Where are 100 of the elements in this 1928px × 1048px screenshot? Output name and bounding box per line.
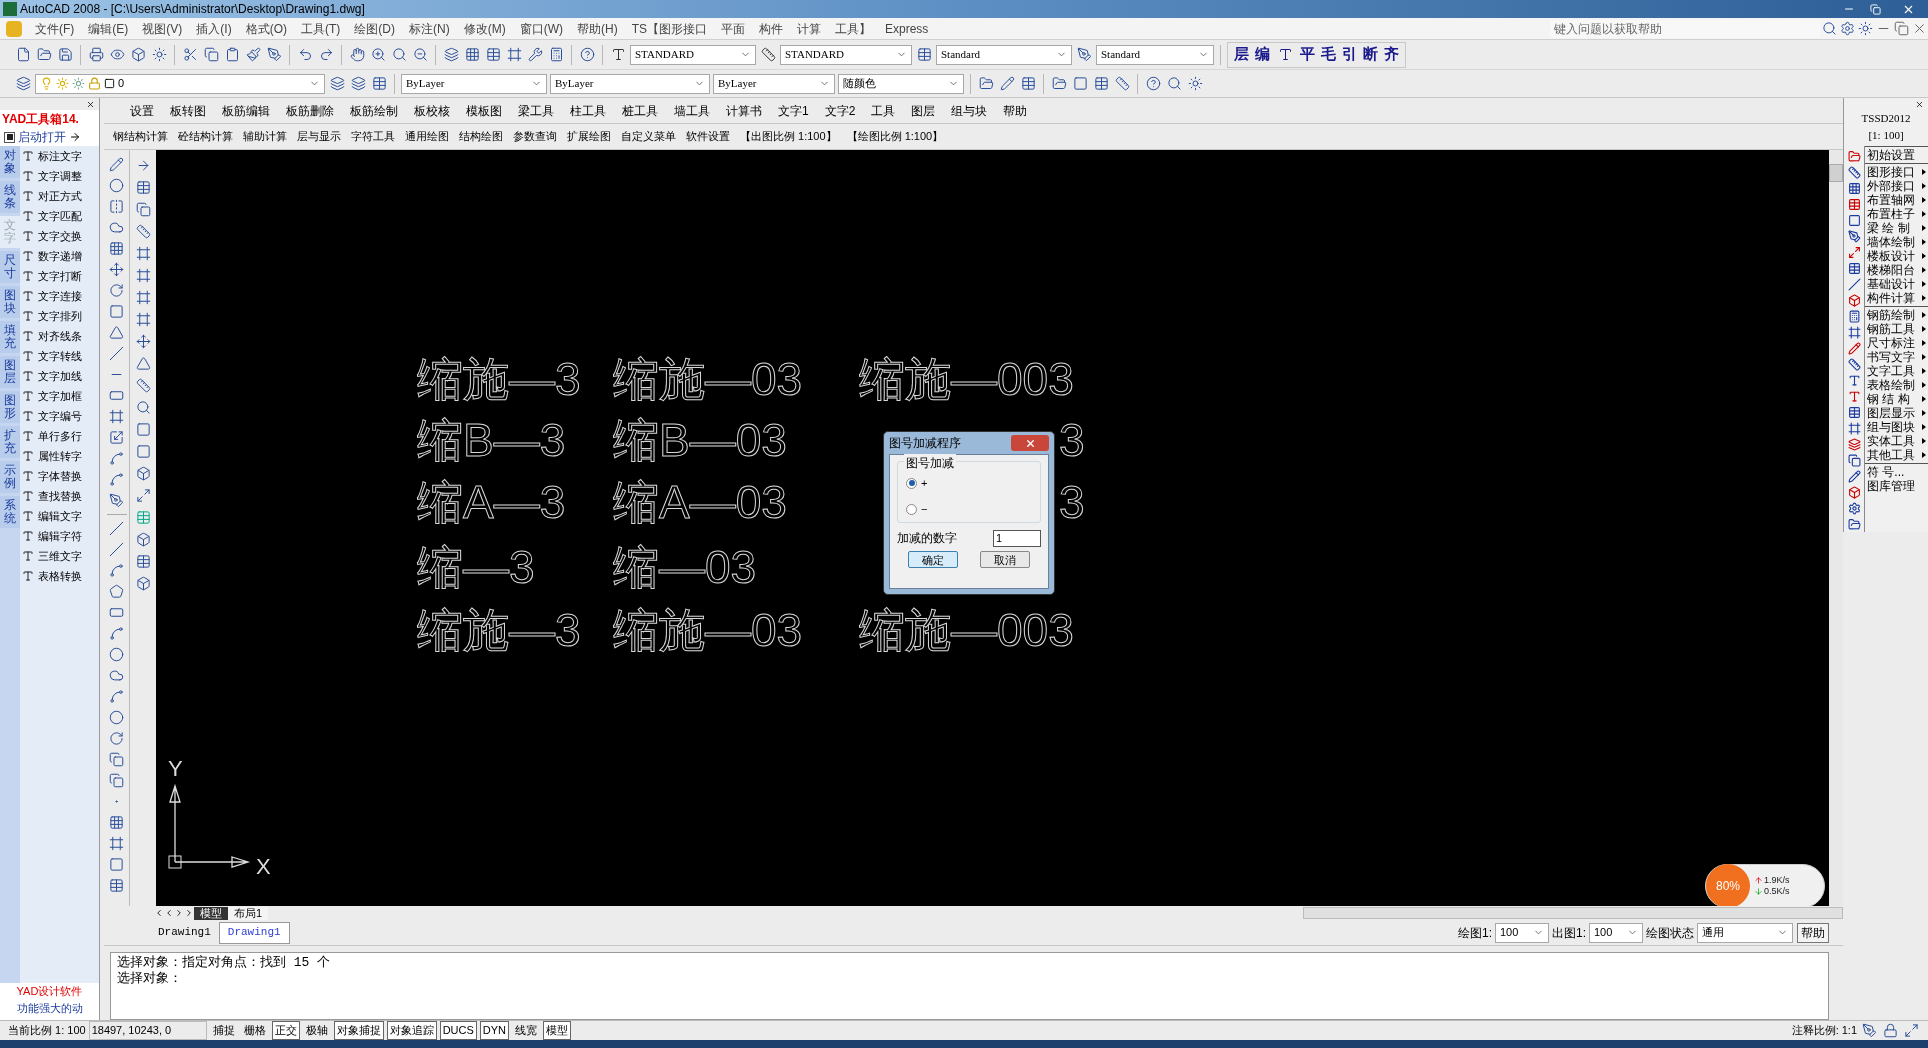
menu-item[interactable]: 编辑(E) bbox=[81, 19, 136, 38]
pan-icon[interactable] bbox=[348, 45, 366, 64]
status-toggle[interactable]: 线宽 bbox=[512, 1021, 541, 1040]
tssd-menu-entry[interactable]: 钢筋工具 bbox=[1865, 322, 1928, 336]
text-tool-item[interactable]: 标注文字 bbox=[38, 147, 82, 165]
brush-icon[interactable] bbox=[244, 45, 262, 64]
menu-item[interactable]: 标注(N) bbox=[402, 19, 457, 38]
menu-item[interactable]: 窗口(W) bbox=[512, 19, 570, 38]
save-icon[interactable] bbox=[56, 45, 74, 64]
modify-tool-icon[interactable] bbox=[134, 332, 152, 350]
draw-tool-icon[interactable] bbox=[107, 407, 126, 426]
draw-tool-icon[interactable] bbox=[107, 491, 126, 510]
modify-tool-icon[interactable] bbox=[134, 310, 152, 328]
draw-tool-icon[interactable] bbox=[107, 302, 126, 321]
modify-tool-icon[interactable] bbox=[134, 398, 152, 416]
text-tool-item[interactable]: 编辑文字 bbox=[38, 507, 82, 525]
text-tool-item[interactable]: 文字匹配 bbox=[38, 207, 82, 225]
close-icon[interactable] bbox=[1915, 99, 1924, 109]
color-dropdown[interactable]: ByLayer bbox=[401, 73, 547, 94]
text-tool-item[interactable]: 三维文字 bbox=[38, 547, 82, 565]
table-style-icon[interactable] bbox=[915, 45, 933, 64]
tssd-menu-entry[interactable]: 其他工具 bbox=[1865, 448, 1928, 462]
first-tab-icon[interactable] bbox=[154, 908, 164, 918]
help-search-field[interactable]: 键入问题以获取帮助 bbox=[1550, 19, 1820, 38]
status-toggle[interactable]: DUCS bbox=[439, 1021, 477, 1040]
tssd-menu-item[interactable]: 扩展绘图 bbox=[562, 128, 616, 145]
category-tab[interactable]: 填充 bbox=[0, 321, 20, 353]
pen-icon[interactable] bbox=[265, 45, 283, 64]
status-toggle[interactable]: 模型 bbox=[543, 1021, 572, 1040]
next-tab-icon[interactable] bbox=[174, 908, 184, 918]
document-tab[interactable]: Drawing1 bbox=[218, 921, 290, 944]
tssd-quick-button[interactable]: 毛 bbox=[1321, 43, 1336, 66]
text-tool-item[interactable]: 字体替换 bbox=[38, 467, 82, 485]
modify-tool-icon[interactable] bbox=[134, 222, 152, 240]
draw-tool-icon[interactable] bbox=[107, 470, 126, 489]
draw-tool-icon[interactable] bbox=[107, 155, 126, 174]
text-tool-item[interactable]: 数字递增 bbox=[38, 247, 82, 265]
text-tool-item[interactable]: 文字转线 bbox=[38, 347, 82, 365]
draw-scale-dropdown[interactable]: 100 bbox=[1495, 922, 1549, 943]
horizontal-scrollbar[interactable] bbox=[1303, 907, 1843, 919]
modify-tool-icon[interactable] bbox=[134, 178, 152, 196]
draw-tool-icon[interactable] bbox=[107, 197, 126, 216]
text-tool-item[interactable]: 单行多行 bbox=[38, 427, 82, 445]
menu-item[interactable]: 视图(V) bbox=[135, 19, 190, 38]
modify-tool-icon[interactable] bbox=[134, 288, 152, 306]
box-icon[interactable] bbox=[129, 45, 147, 64]
text-tool-item[interactable]: 文字打断 bbox=[38, 267, 82, 285]
restore-icon[interactable] bbox=[1892, 19, 1910, 38]
linetype-dropdown[interactable]: ByLayer bbox=[550, 73, 710, 94]
table-icon[interactable] bbox=[484, 45, 502, 64]
layout-tab[interactable]: 模型 bbox=[194, 906, 228, 920]
zoom-out-icon[interactable] bbox=[411, 45, 429, 64]
draw-tool-icon[interactable] bbox=[107, 344, 126, 363]
tssd-menu-item[interactable]: 通用绘图 bbox=[400, 128, 454, 145]
settings-icon[interactable] bbox=[1838, 19, 1856, 38]
search-icon[interactable] bbox=[1820, 19, 1838, 38]
help-icon[interactable] bbox=[578, 45, 596, 64]
tool-icon[interactable] bbox=[1113, 74, 1131, 93]
tssd-menu-entry[interactable]: 图形接口 bbox=[1865, 165, 1928, 179]
autostart-checkbox[interactable] bbox=[4, 131, 15, 143]
menu-item[interactable]: TS【图形接口 bbox=[624, 19, 714, 38]
menu-item[interactable]: 计算 bbox=[790, 19, 828, 38]
command-window[interactable]: 选择对象：指定对角点：找到 15 个 选择对象： bbox=[110, 952, 1829, 1020]
plot-style-dropdown[interactable]: 随颜色 bbox=[838, 73, 964, 94]
modify-tool-icon[interactable] bbox=[134, 266, 152, 284]
grid-icon[interactable] bbox=[463, 45, 481, 64]
tssd-quick-button[interactable]: 层 bbox=[1234, 43, 1249, 66]
text-tool-item[interactable]: 编辑字符 bbox=[38, 527, 82, 545]
plot-scale-dropdown[interactable]: 100 bbox=[1589, 922, 1643, 943]
draw-tool-icon[interactable] bbox=[107, 449, 126, 468]
tssd-menu-item[interactable]: 【出图比例 1:100】 bbox=[735, 128, 842, 145]
tool-icon[interactable] bbox=[1186, 74, 1204, 93]
tssd-quick-button[interactable]: 引 bbox=[1342, 43, 1357, 66]
layer-state-icon[interactable] bbox=[370, 74, 388, 93]
menu-item[interactable]: 工具(T) bbox=[294, 19, 348, 38]
category-tab[interactable]: 对象 bbox=[0, 146, 20, 178]
annotation-icon[interactable] bbox=[1860, 1021, 1878, 1040]
tssd-menu-entry[interactable]: 组与图块 bbox=[1865, 420, 1928, 434]
tssd-menu-item[interactable]: 文字1 bbox=[770, 101, 817, 120]
draw-tool-icon[interactable] bbox=[107, 687, 126, 706]
category-tab[interactable]: 示例 bbox=[0, 461, 20, 493]
tssd-menu-entry[interactable]: 图库管理 bbox=[1865, 479, 1928, 493]
tssd-menu-item[interactable]: 层与显示 bbox=[292, 128, 346, 145]
text-tool-item[interactable]: 对齐线条 bbox=[38, 327, 82, 345]
modify-tool-icon[interactable] bbox=[134, 574, 152, 592]
tssd-menu-item[interactable]: 组与块 bbox=[943, 101, 996, 120]
number-field[interactable]: 1 bbox=[993, 529, 1041, 547]
tssd-menu-item[interactable]: 梁工具 bbox=[510, 101, 562, 120]
tssd-menu-entry[interactable]: 楼梯阳台 bbox=[1865, 263, 1928, 277]
draw-tool-icon[interactable] bbox=[107, 708, 126, 727]
multileader-style-icon[interactable] bbox=[1075, 45, 1093, 64]
tssd-menu-item[interactable]: 工具 bbox=[863, 101, 904, 120]
tssd-menu-item[interactable]: 钢结构计算 bbox=[108, 128, 173, 145]
menu-item[interactable]: 文件(F) bbox=[28, 19, 82, 38]
modify-tool-icon[interactable] bbox=[134, 486, 152, 504]
dimension-style-icon[interactable] bbox=[759, 45, 777, 64]
radio-button[interactable] bbox=[906, 477, 917, 489]
category-tab[interactable]: 系统 bbox=[0, 496, 20, 528]
draw-tool-icon[interactable] bbox=[107, 582, 126, 601]
tssd-menu-entry[interactable]: 楼板设计 bbox=[1865, 249, 1928, 263]
